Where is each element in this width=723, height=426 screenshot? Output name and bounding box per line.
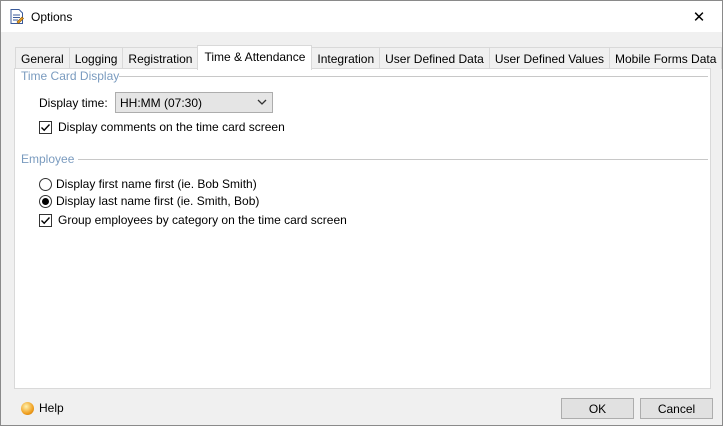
tab-registration[interactable]: Registration — [122, 47, 199, 69]
tab-label: Time & Attendance — [204, 49, 306, 64]
group-divider — [119, 76, 708, 77]
chevron-down-icon — [257, 99, 267, 105]
display-time-value: HH:MM (07:30) — [120, 95, 203, 110]
group-by-category-row[interactable]: Group employees by category on the time … — [39, 213, 347, 227]
window-title: Options — [31, 10, 73, 24]
help-label: Help — [39, 401, 64, 415]
tab-panel: Time Card Display Display time: HH:MM (0… — [14, 68, 711, 389]
tab-label: Registration — [128, 51, 193, 66]
tab-label: User Defined Values — [494, 51, 605, 66]
close-button[interactable]: ✕ — [676, 1, 722, 32]
tab-label: Mobile Forms Data — [615, 51, 717, 66]
tab-general[interactable]: General — [15, 47, 70, 69]
display-time-label: Display time: — [39, 96, 108, 110]
group-by-category-label: Group employees by category on the time … — [58, 213, 347, 227]
comments-checkbox-row[interactable]: Display comments on the time card screen — [39, 120, 285, 134]
checkmark-icon — [41, 216, 51, 224]
tab-user-defined-data[interactable]: User Defined Data — [379, 47, 490, 69]
employee-group-label: Employee — [21, 152, 75, 166]
tab-label: Integration — [317, 51, 375, 66]
title-bar: Options ✕ — [1, 1, 722, 32]
display-time-select[interactable]: HH:MM (07:30) — [115, 92, 273, 113]
tab-label: User Defined Data — [385, 51, 484, 66]
tab-mobile-forms-data[interactable]: Mobile Forms Data — [609, 47, 723, 69]
close-icon: ✕ — [692, 8, 706, 26]
radio-first-name[interactable] — [39, 177, 52, 191]
group-divider — [78, 159, 708, 160]
radio-last-name-row[interactable]: Display last name first (ie. Smith, Bob) — [39, 194, 259, 208]
time-card-display-group-label: Time Card Display — [21, 69, 120, 83]
radio-first-name-label: Display first name first (ie. Bob Smith) — [56, 177, 257, 191]
comments-checkbox-label: Display comments on the time card screen — [58, 120, 285, 134]
help-link[interactable]: Help — [21, 401, 64, 415]
tab-label: General — [21, 51, 64, 66]
tab-integration[interactable]: Integration — [311, 47, 381, 69]
document-edit-icon — [10, 9, 24, 24]
cancel-label: Cancel — [657, 401, 696, 416]
help-icon — [21, 401, 34, 415]
tab-time-attendance[interactable]: Time & Attendance — [197, 45, 313, 70]
ok-label: OK — [588, 401, 607, 416]
group-by-category-checkbox[interactable] — [39, 213, 52, 227]
checkmark-icon — [41, 123, 51, 131]
radio-last-name[interactable] — [39, 194, 52, 208]
ok-button[interactable]: OK — [561, 398, 634, 419]
tab-strip: General Logging Registration Time & Atte… — [15, 45, 723, 70]
tab-label: Logging — [74, 51, 118, 66]
comments-checkbox[interactable] — [39, 120, 52, 134]
tab-logging[interactable]: Logging — [68, 47, 124, 69]
radio-selected-dot — [42, 197, 49, 205]
cancel-button[interactable]: Cancel — [640, 398, 713, 419]
radio-first-name-row[interactable]: Display first name first (ie. Bob Smith) — [39, 177, 257, 191]
tab-user-defined-values[interactable]: User Defined Values — [488, 47, 611, 69]
options-dialog: Options ✕ General Logging Registration T… — [0, 0, 723, 426]
radio-last-name-label: Display last name first (ie. Smith, Bob) — [56, 194, 260, 208]
